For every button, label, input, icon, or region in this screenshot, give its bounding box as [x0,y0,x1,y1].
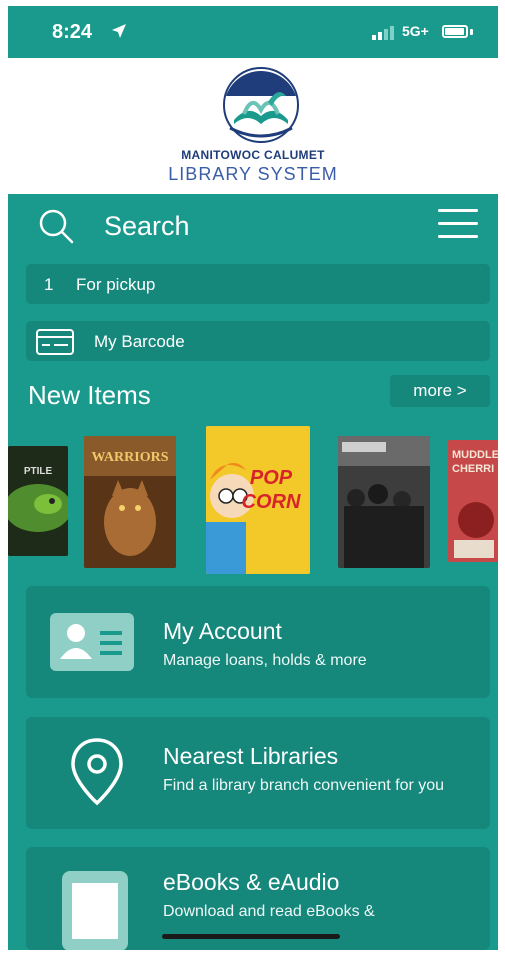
battery-icon [442,25,468,38]
status-time: 8:24 [52,21,93,43]
card-subtitle: Download and read eBooks & [163,903,375,920]
search-icon[interactable] [38,208,74,244]
book-cover-title: POP CORN [241,467,301,513]
new-items-carousel[interactable]: PTILE WARRIORS POP CORN MUDDLE CHERRI [8,426,498,576]
logo-text-line2: LIBRARY SYSTEM [168,164,338,184]
book-cover[interactable]: MUDDLE CHERRI [448,440,498,562]
location-arrow-icon [112,24,126,38]
search-label[interactable]: Search [104,211,190,242]
search-bar[interactable]: Search [8,194,498,256]
battery-tip [470,29,473,35]
status-bar: 8:24 5G+ [8,6,498,58]
card-title: My Account [163,618,282,644]
card-title: eBooks & eAudio [163,869,340,895]
card-title: Nearest Libraries [163,743,339,769]
book-cover[interactable] [338,436,430,568]
book-cover-title: WARRIORS [91,450,169,465]
barcode-label: My Barcode [94,332,185,351]
book-cover[interactable]: POP CORN [206,426,310,574]
my-account-card[interactable]: My Account Manage loans, holds & more [26,586,490,698]
card-subtitle: Find a library branch convenient for you [163,777,445,794]
library-logo-icon [223,67,299,143]
book-cover-title: MUDDLE CHERRI [452,449,498,475]
book-cover-art [8,446,68,556]
new-items-heading: New Items [28,380,151,410]
home-indicator[interactable] [162,934,340,939]
book-cover-title: PTILE [23,466,53,477]
book-cover[interactable]: PTILE [8,446,68,556]
map-pin-icon [71,738,123,806]
my-barcode-button[interactable]: My Barcode [26,321,490,361]
app-screen: 8:24 5G+ MANITOWOC CALUMET LIBRARY SYSTE… [8,6,498,950]
logo-text-line1: MANITOWOC CALUMET [181,148,325,162]
account-card-icon [50,613,134,671]
ebook-reader-icon [62,871,128,950]
barcode-card-icon [36,329,74,355]
book-cover[interactable]: WARRIORS [84,436,176,568]
hamburger-menu-icon[interactable] [438,209,478,241]
book-cover-art [338,436,430,568]
library-header: MANITOWOC CALUMET LIBRARY SYSTEM [8,58,498,194]
for-pickup-button[interactable]: 1 For pickup [26,264,490,304]
nearest-libraries-card[interactable]: Nearest Libraries Find a library branch … [26,717,490,829]
signal-icon [372,26,394,40]
card-subtitle: Manage loans, holds & more [163,652,367,669]
pickup-count: 1 [44,275,54,294]
pickup-label: For pickup [76,275,156,294]
more-button[interactable]: more > [390,375,490,407]
network-type: 5G+ [402,23,429,39]
